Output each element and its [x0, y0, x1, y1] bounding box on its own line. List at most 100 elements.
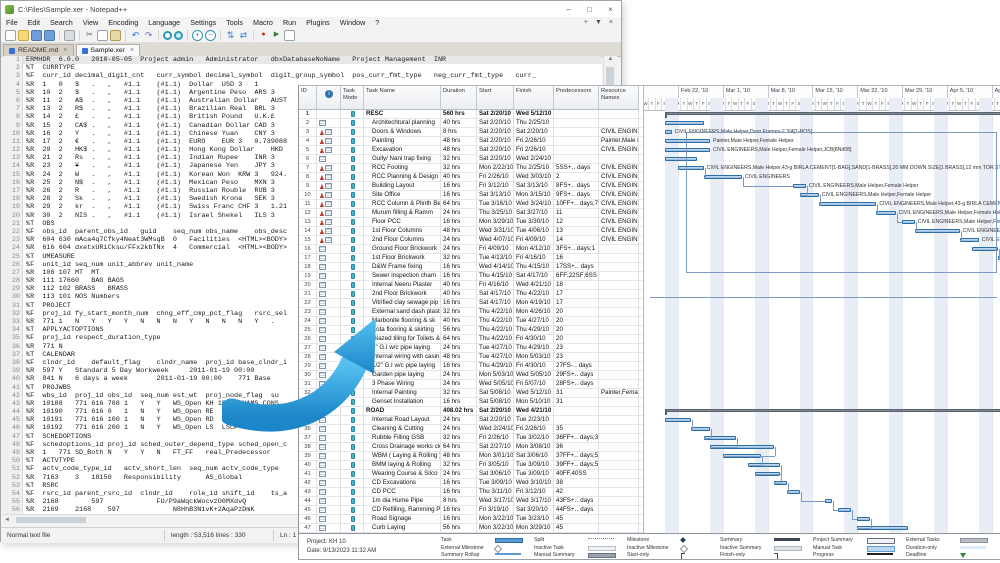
task-row[interactable]: 16 Ground Floor Brickwork 24 hrs Fri 4/09/1… [299, 245, 643, 254]
task-indicators [317, 272, 341, 281]
task-row[interactable]: 18 D&W Frame fixing 16 hrs Wed 4/14/10 Thu 4… [299, 263, 643, 272]
task-row[interactable]: 44 1m dia Hume Pipe 8 hrs Wed 3/17/10 Wed 3/… [299, 497, 643, 506]
find-icon[interactable] [163, 30, 172, 40]
task-row[interactable]: 8 ♟ RCC Planning & Design 40 hrs Fri 2/26/10… [299, 173, 643, 182]
menu-tools[interactable]: Tools [221, 18, 248, 27]
task-row[interactable]: 9 ♟ Building Layout 16 hrs Fri 3/12/10 Sat 3/… [299, 182, 643, 191]
task-finish: Fri 2/26/10 [514, 425, 554, 434]
task-row[interactable]: 45 CD Refilling, Ramming P 16 hrs Fri 3/19/… [299, 506, 643, 515]
save-all-icon[interactable] [44, 29, 55, 41]
task-row[interactable]: 40 BMM laying & Rolling 32 hrs Fri 3/05/10 T… [299, 461, 643, 470]
column-header-finish[interactable]: Finish [514, 86, 554, 110]
task-bar[interactable] [825, 499, 832, 503]
column-header-id[interactable]: ID [299, 86, 317, 110]
task-row[interactable]: 5 ♟ Excavation 48 hrs Sat 2/20/10 Fri 2/26/10… [299, 146, 643, 155]
task-row[interactable]: 2 Architechtural planning 40 hrs Sat 2/20/1… [299, 119, 643, 128]
tab-close-icon[interactable]: × [130, 47, 134, 54]
task-row[interactable]: 43 CD PCC 16 hrs Thu 3/11/10 Fri 3/12/10 42 [299, 488, 643, 497]
task-row[interactable]: 46 Road Signage 16 hrs Mon 3/22/10 Tue 3/23/… [299, 515, 643, 524]
task-row[interactable]: 1 RESC 560 hrs Sat 2/20/10 Wed 5/12/10 [299, 110, 643, 119]
open-icon[interactable] [18, 29, 29, 41]
doc-map-icon[interactable] [284, 29, 295, 41]
task-row[interactable]: 10 ♟ Site Office 16 hrs Sat 3/13/10 Mon 3/15/… [299, 191, 643, 200]
print-icon[interactable] [64, 29, 75, 41]
column-header-task-name[interactable]: Task Name [364, 86, 441, 110]
task-row[interactable]: 17 1st Floor Brickwork 32 hrs Tue 4/13/10 Fr… [299, 254, 643, 263]
task-bar[interactable] [857, 517, 870, 521]
link-line [851, 519, 858, 520]
menu-file[interactable]: File [1, 18, 23, 27]
save-icon[interactable] [31, 29, 42, 41]
task-row[interactable]: 41 Wearing Course & Silco 24 hrs Sat 3/06/1… [299, 470, 643, 479]
undo-icon[interactable]: ↶ [130, 30, 141, 41]
play-macro-icon[interactable]: ▶ [271, 30, 282, 41]
task-mode [341, 218, 364, 227]
column-header-predecessors[interactable]: Predecessors [554, 86, 599, 110]
task-row[interactable]: 4 ♟ Painting 48 hrs Sat 2/20/10 Fri 2/26/10 Pa… [299, 137, 643, 146]
task-row[interactable]: 12 ♟ Murum filling & Ramm 24 hrs Thu 3/25/10… [299, 209, 643, 218]
task-row[interactable]: 15 ♟ 2nd Floor Columns 24 hrs Wed 4/07/10 Fri… [299, 236, 643, 245]
task-start: Sat 5/08/10 [477, 398, 514, 407]
task-bar[interactable] [690, 427, 710, 431]
paste-icon[interactable] [110, 29, 121, 41]
menu-edit[interactable]: Edit [23, 18, 45, 27]
column-header-resource-names[interactable]: Resource Names [599, 86, 639, 110]
maximize-icon[interactable]: □ [579, 2, 600, 17]
task-row[interactable]: 11 ♟ RCC Column & Plinth Be 64 hrs Tue 3/16/… [299, 200, 643, 209]
task-row[interactable]: 42 CD Excavations 16 hrs Tue 3/09/10 Wed 3/1… [299, 479, 643, 488]
column-header-indicators[interactable]: i [317, 86, 341, 110]
zoom-in-icon[interactable]: + [192, 29, 203, 41]
zoom-out-icon[interactable]: − [205, 29, 216, 41]
task-row[interactable]: 19 Sewer inspection cham 16 hrs Thu 4/15/10… [299, 272, 643, 281]
tab-sample.xer[interactable]: Sample.xer × [75, 44, 140, 56]
copy-icon[interactable] [97, 29, 108, 41]
menu-view[interactable]: View [78, 18, 103, 27]
task-bar[interactable] [838, 508, 851, 512]
task-bar[interactable] [665, 130, 672, 134]
menu-plugins[interactable]: Plugins [301, 18, 335, 27]
cut-icon[interactable]: ✂ [84, 30, 95, 41]
record-macro-icon[interactable]: ● [258, 30, 269, 41]
tab-close-icon[interactable]: × [63, 47, 67, 54]
task-indicators [317, 110, 341, 119]
hscroll-thumb[interactable] [16, 517, 86, 523]
task-row[interactable]: 47 Curb Laying 56 hrs Mon 3/22/10 Mon 3/29/1… [299, 524, 643, 533]
tab-list-icon[interactable]: ▼ [595, 19, 602, 26]
sync-v-icon[interactable]: ⇅ [225, 30, 236, 41]
notepadpp-titlebar[interactable]: C:\Files\Sample.xer - Notepad++ – □ × [1, 1, 621, 17]
task-row[interactable]: 6 Gully/ Nani trap fixing 32 hrs Sat 2/20/1… [299, 155, 643, 164]
task-bar[interactable] [665, 418, 691, 422]
replace-icon[interactable] [174, 30, 183, 40]
column-header-duration[interactable]: Duration [441, 86, 477, 110]
menu-search[interactable]: Search [45, 18, 78, 27]
menu-run[interactable]: Run [278, 18, 301, 27]
close-icon[interactable]: × [600, 2, 621, 17]
summary-bar[interactable] [665, 112, 1000, 118]
task-row[interactable]: 7 ♟ RCC Footing 32 hrs Mon 2/22/10 Thu 2/25/1… [299, 164, 643, 173]
new-file-icon[interactable] [5, 29, 16, 41]
sync-h-icon[interactable]: ⇄ [238, 30, 249, 41]
menu-window[interactable]: Window [335, 18, 371, 27]
tab-readme.md[interactable]: README.md × [3, 44, 74, 56]
minimize-icon[interactable]: – [558, 2, 579, 17]
task-predecessors: 17 [554, 290, 599, 299]
menu-macro[interactable]: Macro [248, 18, 278, 27]
task-row[interactable]: 38 Cross Drainage works cle 64 hrs Sat 2/27… [299, 443, 643, 452]
close-tab-icon[interactable]: × [609, 19, 613, 26]
task-row[interactable]: 39 WBM ( Laying & Rolling ) 48 hrs Mon 3/01… [299, 452, 643, 461]
task-resources [599, 344, 639, 353]
task-row[interactable]: 13 ♟ Floor PCC 16 hrs Mon 3/29/10 Tue 3/30/10… [299, 218, 643, 227]
menu-encoding[interactable]: Encoding [103, 18, 143, 27]
task-row[interactable]: 14 ♟ 1st Floor Columns 48 hrs Wed 3/31/10 Tue… [299, 227, 643, 236]
new-tab-icon[interactable]: + [584, 19, 588, 26]
column-header-start[interactable]: Start [477, 86, 514, 110]
task-bar[interactable] [665, 121, 704, 125]
task-row[interactable]: 3 ♟ Doors & Windows 8 hrs Sat 2/20/10 Sat 2/2… [299, 128, 643, 137]
column-header-task-mode[interactable]: Task Mode [341, 86, 364, 110]
menu-settings[interactable]: Settings [185, 18, 221, 27]
summary-bar[interactable] [665, 409, 1000, 415]
menu-help[interactable]: ? [370, 18, 384, 27]
redo-icon[interactable]: ↷ [143, 30, 154, 41]
menu-language[interactable]: Language [143, 18, 185, 27]
task-resources [599, 416, 639, 425]
